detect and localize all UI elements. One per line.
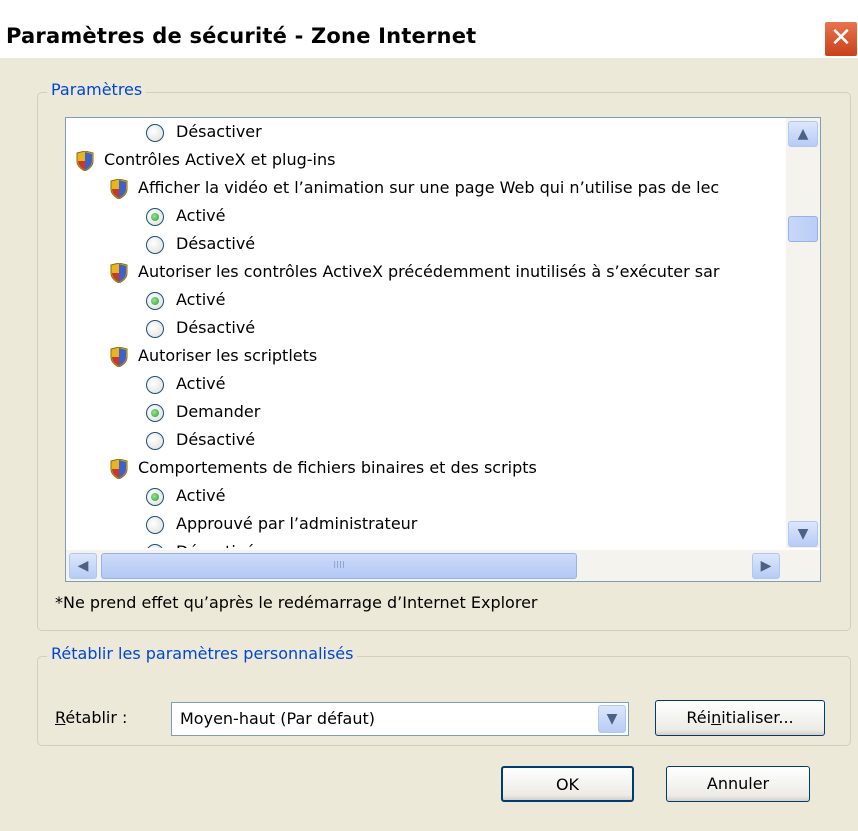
settings-list: Désactiver Contrôles ActiveX et plug-ins A… bbox=[66, 118, 786, 548]
window-title: Paramètres de sécurité - Zone Internet bbox=[6, 24, 477, 48]
radio-unchecked-icon[interactable] bbox=[146, 543, 164, 548]
horizontal-scrollbar[interactable]: ◀ IIII ▶ bbox=[66, 550, 820, 581]
radio-checked-icon[interactable] bbox=[146, 487, 164, 506]
shield-icon bbox=[110, 261, 128, 284]
radio-option[interactable]: Approuvé par l’administrateur bbox=[146, 510, 417, 538]
horizontal-scroll-thumb[interactable]: IIII bbox=[101, 553, 577, 579]
reset-button-accesskey: n bbox=[711, 708, 722, 727]
radio-option[interactable]: Désactivé bbox=[146, 230, 255, 258]
radio-option[interactable]: Activé bbox=[146, 286, 226, 314]
shield-icon bbox=[76, 149, 94, 172]
settings-item: Comportements de fichiers binaires et de… bbox=[110, 454, 537, 482]
settings-item: Autoriser les contrôles ActiveX précédem… bbox=[110, 258, 719, 286]
security-level-value: Moyen-haut (Par défaut) bbox=[180, 709, 375, 728]
row-label: Approuvé par l’administrateur bbox=[176, 514, 418, 533]
vertical-scroll-thumb[interactable] bbox=[788, 216, 818, 242]
radio-option[interactable]: Activé bbox=[146, 202, 226, 230]
reset-label-accesskey: R bbox=[55, 708, 66, 727]
row-label: Afficher la vidéo et l’animation sur une… bbox=[138, 178, 720, 197]
reset-button-label-post: itialiser... bbox=[721, 708, 794, 727]
radio-option[interactable]: Demander bbox=[146, 398, 260, 426]
radio-option[interactable]: Activé bbox=[146, 370, 226, 398]
reset-button[interactable]: Réinitialiser... bbox=[655, 700, 825, 736]
radio-unchecked-icon[interactable] bbox=[146, 431, 164, 450]
reset-group-legend: Rétablir les paramètres personnalisés bbox=[47, 644, 358, 663]
radio-unchecked-icon[interactable] bbox=[146, 375, 164, 394]
radio-option[interactable]: Désactiver bbox=[146, 118, 262, 146]
chevron-down-icon: ▼ bbox=[797, 526, 809, 542]
chevron-left-icon: ◀ bbox=[77, 558, 89, 574]
radio-option[interactable]: Activé bbox=[146, 482, 226, 510]
shield-icon bbox=[110, 177, 128, 200]
settings-group-legend: Paramètres bbox=[47, 80, 147, 99]
row-label: Désactiver bbox=[176, 122, 262, 141]
scroll-grip-icon: IIII bbox=[333, 560, 345, 571]
row-label: Activé bbox=[176, 374, 226, 393]
dropdown-button[interactable]: ▼ bbox=[598, 705, 626, 733]
settings-category: Contrôles ActiveX et plug-ins bbox=[76, 146, 335, 174]
radio-option[interactable]: Désactivé bbox=[146, 538, 255, 548]
row-label: Autoriser les scriptlets bbox=[138, 346, 318, 365]
settings-listbox[interactable]: Désactiver Contrôles ActiveX et plug-ins A… bbox=[65, 117, 821, 582]
shield-icon bbox=[110, 457, 128, 480]
row-label: Désactivé bbox=[176, 430, 256, 449]
ok-button[interactable]: OK bbox=[501, 766, 634, 802]
settings-item: Afficher la vidéo et l’animation sur une… bbox=[110, 174, 719, 202]
security-level-select[interactable]: Moyen-haut (Par défaut) ▼ bbox=[171, 702, 629, 736]
row-label: Désactivé bbox=[176, 234, 256, 253]
restart-note: *Ne prend effet qu’après le redémarrage … bbox=[55, 593, 538, 612]
radio-unchecked-icon[interactable] bbox=[146, 319, 164, 338]
row-label: Activé bbox=[176, 206, 226, 225]
reset-button-label-pre: Réi bbox=[686, 708, 712, 727]
row-label: Désactivé bbox=[176, 542, 255, 548]
shield-icon bbox=[110, 345, 128, 368]
row-label: Contrôles ActiveX et plug-ins bbox=[104, 150, 336, 169]
radio-unchecked-icon[interactable] bbox=[146, 515, 164, 534]
radio-checked-icon[interactable] bbox=[146, 291, 164, 310]
close-icon: ✕ bbox=[830, 23, 852, 53]
cancel-button[interactable]: Annuler bbox=[666, 766, 810, 802]
radio-unchecked-icon[interactable] bbox=[146, 123, 164, 142]
scroll-up-button[interactable]: ▲ bbox=[788, 121, 818, 147]
radio-option[interactable]: Désactivé bbox=[146, 314, 255, 342]
cancel-button-label: Annuler bbox=[706, 774, 770, 793]
chevron-right-icon: ▶ bbox=[760, 558, 772, 574]
scroll-down-button[interactable]: ▼ bbox=[788, 521, 818, 547]
reset-label-text: établir : bbox=[65, 708, 128, 727]
close-button[interactable]: ✕ bbox=[824, 21, 858, 57]
row-label: Demander bbox=[176, 402, 261, 421]
row-label: Activé bbox=[176, 486, 226, 505]
row-label: Comportements de fichiers binaires et de… bbox=[138, 458, 537, 477]
ok-button-label: OK bbox=[555, 775, 580, 794]
row-label: Désactivé bbox=[176, 318, 256, 337]
row-label: Autoriser les contrôles ActiveX précédem… bbox=[138, 262, 720, 281]
radio-option[interactable]: Désactivé bbox=[146, 426, 255, 454]
settings-item: Autoriser les scriptlets bbox=[110, 342, 317, 370]
scroll-left-button[interactable]: ◀ bbox=[69, 553, 97, 579]
vertical-scrollbar[interactable]: ▲ ▼ bbox=[786, 118, 820, 548]
chevron-up-icon: ▲ bbox=[797, 126, 809, 142]
radio-unchecked-icon[interactable] bbox=[146, 235, 164, 254]
scroll-right-button[interactable]: ▶ bbox=[752, 553, 780, 579]
radio-checked-icon[interactable] bbox=[146, 403, 164, 422]
reset-level-label: Rétablir : bbox=[55, 708, 127, 727]
row-label: Activé bbox=[176, 290, 226, 309]
radio-checked-icon[interactable] bbox=[146, 207, 164, 226]
chevron-down-icon: ▼ bbox=[606, 711, 618, 727]
